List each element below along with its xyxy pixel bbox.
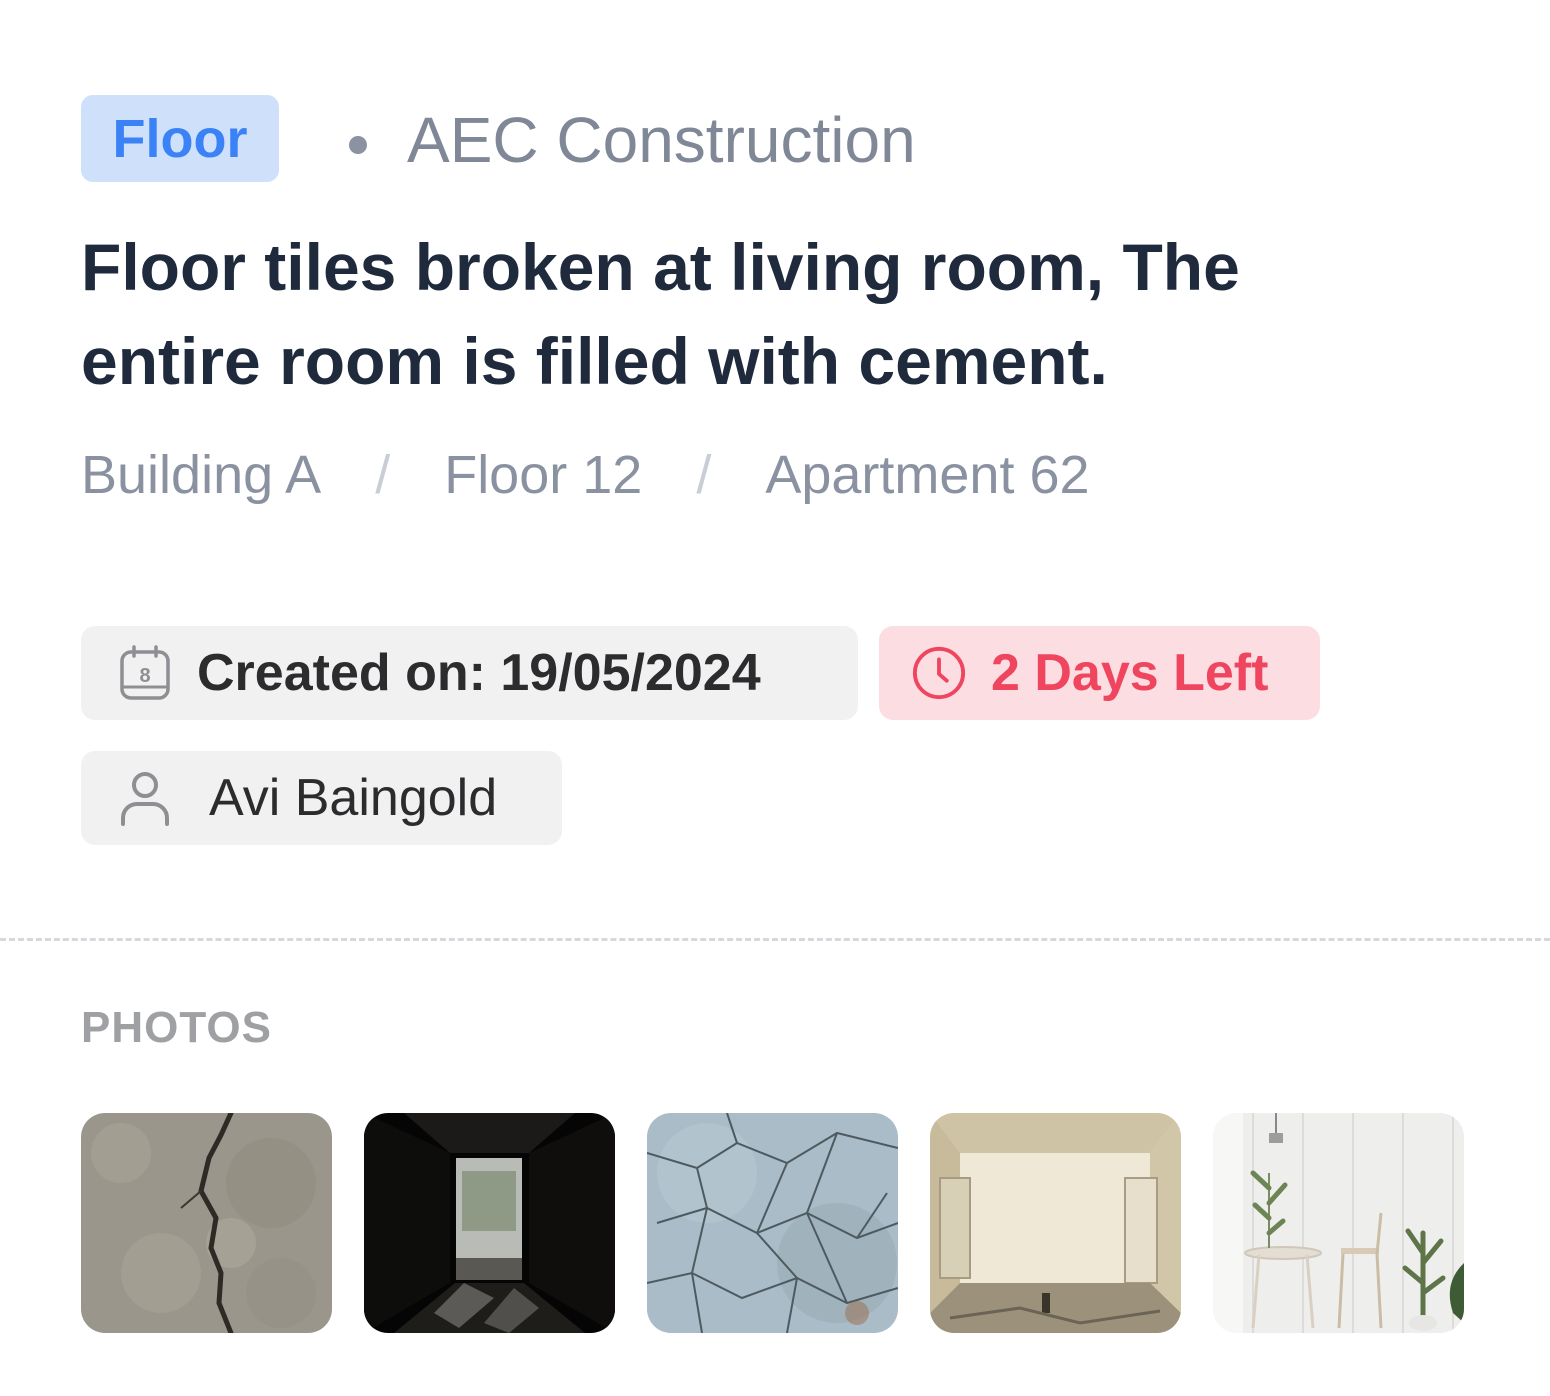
created-date-text: Created on: 19/05/2024 [197, 644, 761, 702]
clock-icon [911, 645, 967, 701]
photos-heading: PHOTOS [81, 1003, 273, 1052]
breadcrumb-separator: / [696, 445, 712, 505]
user-icon [117, 770, 173, 826]
issue-title: Floor tiles broken at living room, The e… [81, 230, 1240, 398]
breadcrumb-building[interactable]: Building A [81, 444, 321, 506]
photo-thumbnail-cracked-concrete[interactable] [81, 1113, 332, 1333]
assignee-chip[interactable]: Avi Baingold [81, 751, 562, 845]
photo-thumbnail-abandoned-room[interactable] [930, 1113, 1181, 1333]
photo-thumbnail-dark-corridor[interactable] [364, 1113, 615, 1333]
category-tag[interactable]: Floor [81, 95, 279, 182]
assignee-name: Avi Baingold [209, 769, 498, 827]
calendar-day-number: 8 [139, 665, 150, 687]
section-divider [0, 938, 1550, 941]
breadcrumb: Building A / Floor 12 / Apartment 62 [81, 440, 1090, 510]
photo-thumbnail-white-dining-room[interactable] [1213, 1113, 1464, 1333]
due-status-badge: 2 Days Left [879, 626, 1320, 720]
calendar-icon: 8 [117, 645, 173, 701]
breadcrumb-separator: / [375, 445, 391, 505]
breadcrumb-floor[interactable]: Floor 12 [444, 444, 642, 506]
photo-thumbnail-cracked-tiles[interactable] [647, 1113, 898, 1333]
due-text: 2 Days Left [991, 644, 1269, 702]
breadcrumb-apartment[interactable]: Apartment 62 [765, 444, 1089, 506]
created-date-chip: 8 Created on: 19/05/2024 [81, 626, 858, 720]
company-name: AEC Construction [407, 104, 916, 176]
separator-dot [349, 136, 367, 154]
photo-gallery [81, 1113, 1464, 1333]
